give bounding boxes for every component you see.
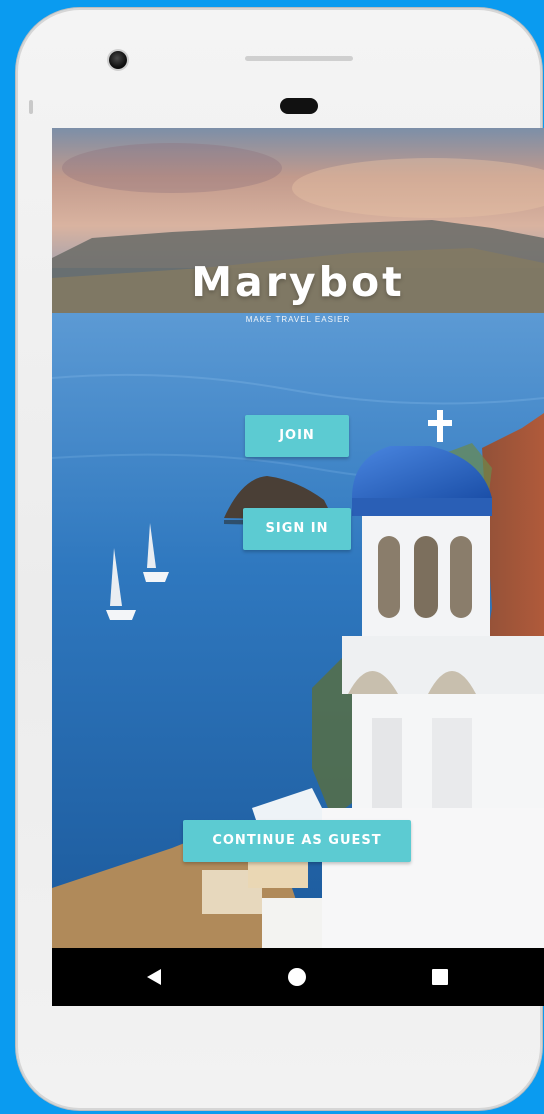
home-circle-icon[interactable] [288,968,306,986]
front-camera-icon [109,51,127,69]
continue-as-guest-button[interactable]: CONTINUE AS GUEST [183,820,411,862]
proximity-sensor [280,98,318,114]
system-navigation-bar [52,948,544,1006]
app-screen: Marybot MAKE TRAVEL EASIER JOIN SIGN IN … [52,128,544,1006]
back-triangle-icon[interactable] [147,969,161,985]
app-tagline: MAKE TRAVEL EASIER [245,315,351,324]
join-button[interactable]: JOIN [245,415,349,457]
sign-in-button[interactable]: SIGN IN [243,508,351,550]
recents-square-icon[interactable] [432,969,448,985]
phone-frame: Marybot MAKE TRAVEL EASIER JOIN SIGN IN … [16,8,544,1110]
phone-side-button [29,100,33,114]
earpiece-speaker [245,56,353,61]
app-title: Marybot [191,258,405,306]
